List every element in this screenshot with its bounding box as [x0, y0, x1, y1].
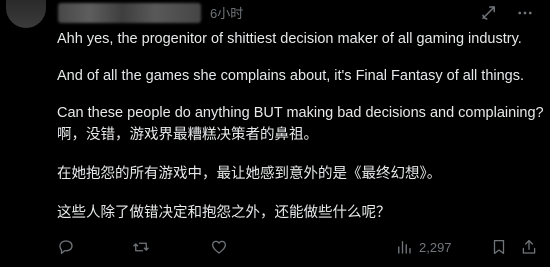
- views-button[interactable]: 2,297: [395, 238, 452, 256]
- post-paragraph: Ahh yes, the progenitor of shittiest dec…: [57, 31, 522, 47]
- post-action-bar: 2,297: [57, 236, 537, 260]
- grok-icon[interactable]: [479, 3, 499, 23]
- bookmark-button[interactable]: [490, 238, 508, 256]
- post-paragraph: 啊，没错，游戏界最糟糕决策者的鼻祖。: [57, 127, 318, 143]
- heart-icon: [211, 240, 227, 254]
- repost-button[interactable]: [132, 238, 150, 256]
- post-paragraph: 在她抱怨的所有游戏中，最让她感到意外的是《最终幻想》。: [57, 166, 442, 182]
- post-paragraph: Can these people do anything BUT making …: [57, 105, 544, 121]
- avatar[interactable]: [6, 0, 46, 28]
- post-header-actions: [479, 3, 535, 23]
- share-button[interactable]: [520, 238, 538, 256]
- more-icon[interactable]: [515, 3, 535, 23]
- views-icon: [398, 241, 411, 254]
- reply-icon: [59, 240, 73, 255]
- share-icon: [522, 239, 536, 254]
- post-paragraph: 这些人除了做错决定和抱怨之外，还能做些什么呢？: [57, 205, 391, 221]
- post-card[interactable]: 6小时 Ahh yes, the progenitor of shittiest…: [0, 0, 550, 267]
- reply-button[interactable]: [57, 238, 75, 256]
- redacted-username: [58, 3, 201, 23]
- post-timestamp[interactable]: 6小时: [210, 6, 243, 22]
- views-count: 2,297: [419, 239, 452, 255]
- bookmark-icon: [493, 239, 505, 255]
- repost-icon: [133, 242, 149, 252]
- post-paragraph: And of all the games she complains about…: [57, 68, 525, 84]
- like-button[interactable]: [210, 238, 228, 256]
